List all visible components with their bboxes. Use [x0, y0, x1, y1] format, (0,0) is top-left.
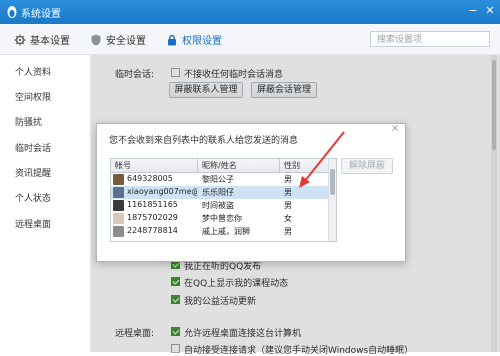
sidebar-item-anti-harassment[interactable]: 防骚扰: [15, 115, 42, 128]
cell-account: xiaoyang007me@...: [127, 187, 197, 196]
cell-name: 戚上戚，润狮: [202, 227, 250, 236]
cell-account: 649328005: [127, 174, 173, 183]
sidebar-item-space-permissions[interactable]: 空间权限: [15, 90, 51, 103]
blocked-contacts-dialog: 您不会收到来自列表中的联系人给您发送的消息 × 帐号 昵称/姓名 性别 6493…: [96, 123, 406, 262]
tab-label: 安全设置: [106, 36, 146, 47]
gear-icon: [14, 34, 26, 46]
sidebar: 个人资料 空间权限 防骚扰 临时会话 资讯提醒 个人状态 远程桌面: [0, 55, 91, 352]
cell-account: 1161851165: [127, 200, 178, 209]
cell-gender: 女: [284, 214, 292, 223]
tab-permission-settings[interactable]: 权限设置: [166, 32, 222, 48]
tab-label: 权限设置: [182, 36, 222, 47]
dialog-title: 您不会收到来自列表中的联系人给您发送的消息: [109, 136, 299, 146]
red-arrow-annotation: [299, 131, 345, 188]
minimize-icon[interactable]: −: [466, 4, 480, 18]
avatar: [113, 174, 124, 185]
cell-name: 乐乐阳仔: [202, 188, 234, 197]
cell-account: 1875702029: [127, 213, 178, 222]
tab-security-settings[interactable]: 安全设置: [90, 32, 146, 48]
avatar: [113, 226, 124, 237]
column-divider: [279, 159, 280, 172]
avatar: [113, 200, 124, 211]
cell-gender: 男: [284, 227, 292, 236]
sidebar-item-temp-chat[interactable]: 临时会话: [15, 141, 51, 154]
cell-account: 2248778814: [127, 226, 178, 235]
sidebar-item-personal-status[interactable]: 个人状态: [15, 191, 51, 204]
table-row[interactable]: 1161851165 时间被盗 男: [111, 199, 328, 212]
close-icon[interactable]: ✕: [483, 4, 497, 18]
tab-label: 基本设置: [30, 36, 70, 47]
tab-basic-settings[interactable]: 基本设置: [14, 32, 70, 48]
search-input[interactable]: 搜索设置项: [370, 31, 490, 47]
avatar: [113, 213, 124, 224]
table-row[interactable]: 1875702029 梦中曾恋你 女: [111, 212, 328, 225]
table-row[interactable]: 2248778814 戚上戚，润狮 男: [111, 225, 328, 238]
shield-icon: [91, 34, 101, 46]
column-header-name[interactable]: 昵称/姓名: [202, 160, 237, 171]
window-title: 系统设置: [21, 9, 61, 20]
qq-penguin-icon: [7, 6, 17, 18]
cell-name: 时间被盗: [202, 201, 234, 210]
column-divider: [197, 159, 198, 172]
sidebar-item-news-alerts[interactable]: 资讯提醒: [15, 166, 51, 179]
cell-name: 黎阳公子: [202, 175, 234, 184]
lock-icon: [168, 34, 176, 46]
cell-name: 梦中曾恋你: [202, 214, 242, 223]
title-bar: 系统设置 − ✕: [0, 0, 500, 24]
cell-gender: 男: [284, 201, 292, 210]
avatar: [113, 187, 124, 198]
sidebar-item-remote-desktop[interactable]: 远程桌面: [15, 217, 51, 230]
column-header-account[interactable]: 帐号: [115, 160, 131, 171]
close-icon[interactable]: ×: [391, 123, 399, 134]
sidebar-item-profile[interactable]: 个人资料: [15, 65, 51, 78]
